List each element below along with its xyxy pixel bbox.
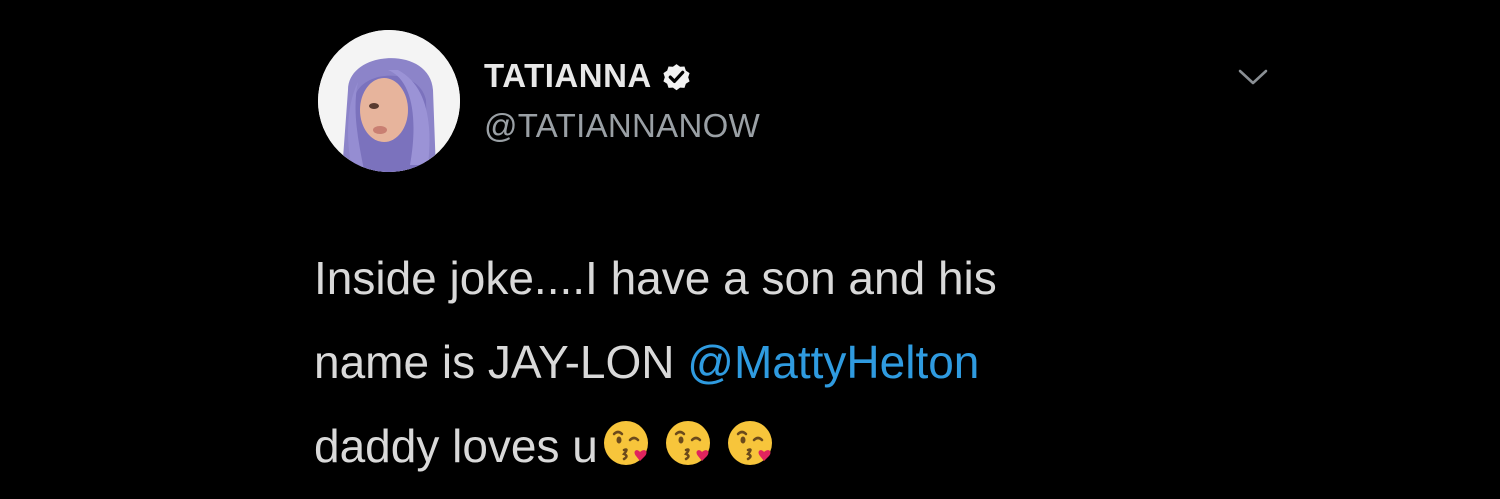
- display-name[interactable]: TATIANNA: [484, 56, 652, 96]
- kiss-face-emoji-icon: [726, 418, 776, 468]
- author-handle[interactable]: @TATIANNANOW: [484, 106, 760, 146]
- kiss-face-emoji-icon: [664, 418, 714, 468]
- tweet-card: TATIANNA @TATIANNANOW Inside joke....I h…: [0, 0, 1500, 499]
- chevron-down-icon[interactable]: [1236, 66, 1270, 88]
- emoji-group: [598, 410, 776, 494]
- kiss-face-emoji-icon: [602, 418, 652, 468]
- mention-link[interactable]: @MattyHelton: [687, 336, 979, 388]
- tweet-text-line-2: name is JAY-LON: [314, 336, 688, 388]
- tweet-text-line-3: daddy loves u: [314, 420, 598, 472]
- tweet-text: Inside joke....I have a son and his name…: [314, 236, 1214, 494]
- author-name-row: TATIANNA: [484, 56, 693, 96]
- avatar[interactable]: [318, 30, 460, 172]
- tweet-text-line-1: Inside joke....I have a son and his: [314, 252, 997, 304]
- verified-badge-icon: [660, 60, 693, 93]
